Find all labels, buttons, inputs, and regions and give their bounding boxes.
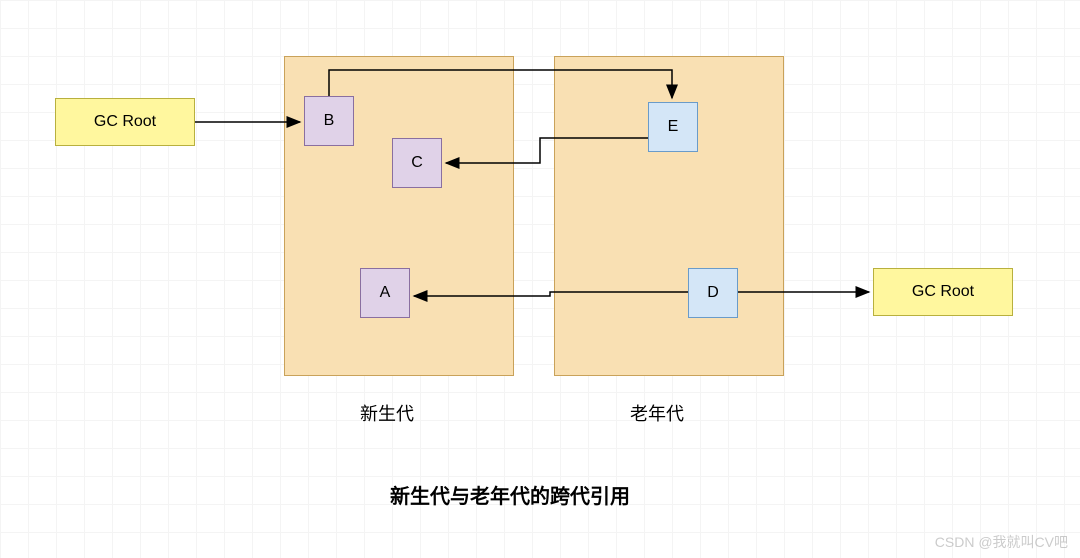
- gc-root-left-label: GC Root: [94, 113, 156, 131]
- watermark: CSDN @我就叫CV吧: [935, 532, 1068, 552]
- node-b: B: [304, 96, 354, 146]
- node-b-label: B: [324, 112, 335, 130]
- young-gen-label: 新生代: [360, 400, 414, 426]
- node-e: E: [648, 102, 698, 152]
- node-d: D: [688, 268, 738, 318]
- node-a: A: [360, 268, 410, 318]
- diagram-caption: 新生代与老年代的跨代引用: [390, 480, 630, 509]
- node-e-label: E: [668, 118, 679, 136]
- node-c-label: C: [411, 154, 423, 172]
- gc-root-right-label: GC Root: [912, 283, 974, 301]
- node-a-label: A: [380, 284, 391, 302]
- gc-root-left: GC Root: [55, 98, 195, 146]
- gc-root-right: GC Root: [873, 268, 1013, 316]
- node-d-label: D: [707, 284, 719, 302]
- node-c: C: [392, 138, 442, 188]
- old-gen-label: 老年代: [630, 400, 684, 426]
